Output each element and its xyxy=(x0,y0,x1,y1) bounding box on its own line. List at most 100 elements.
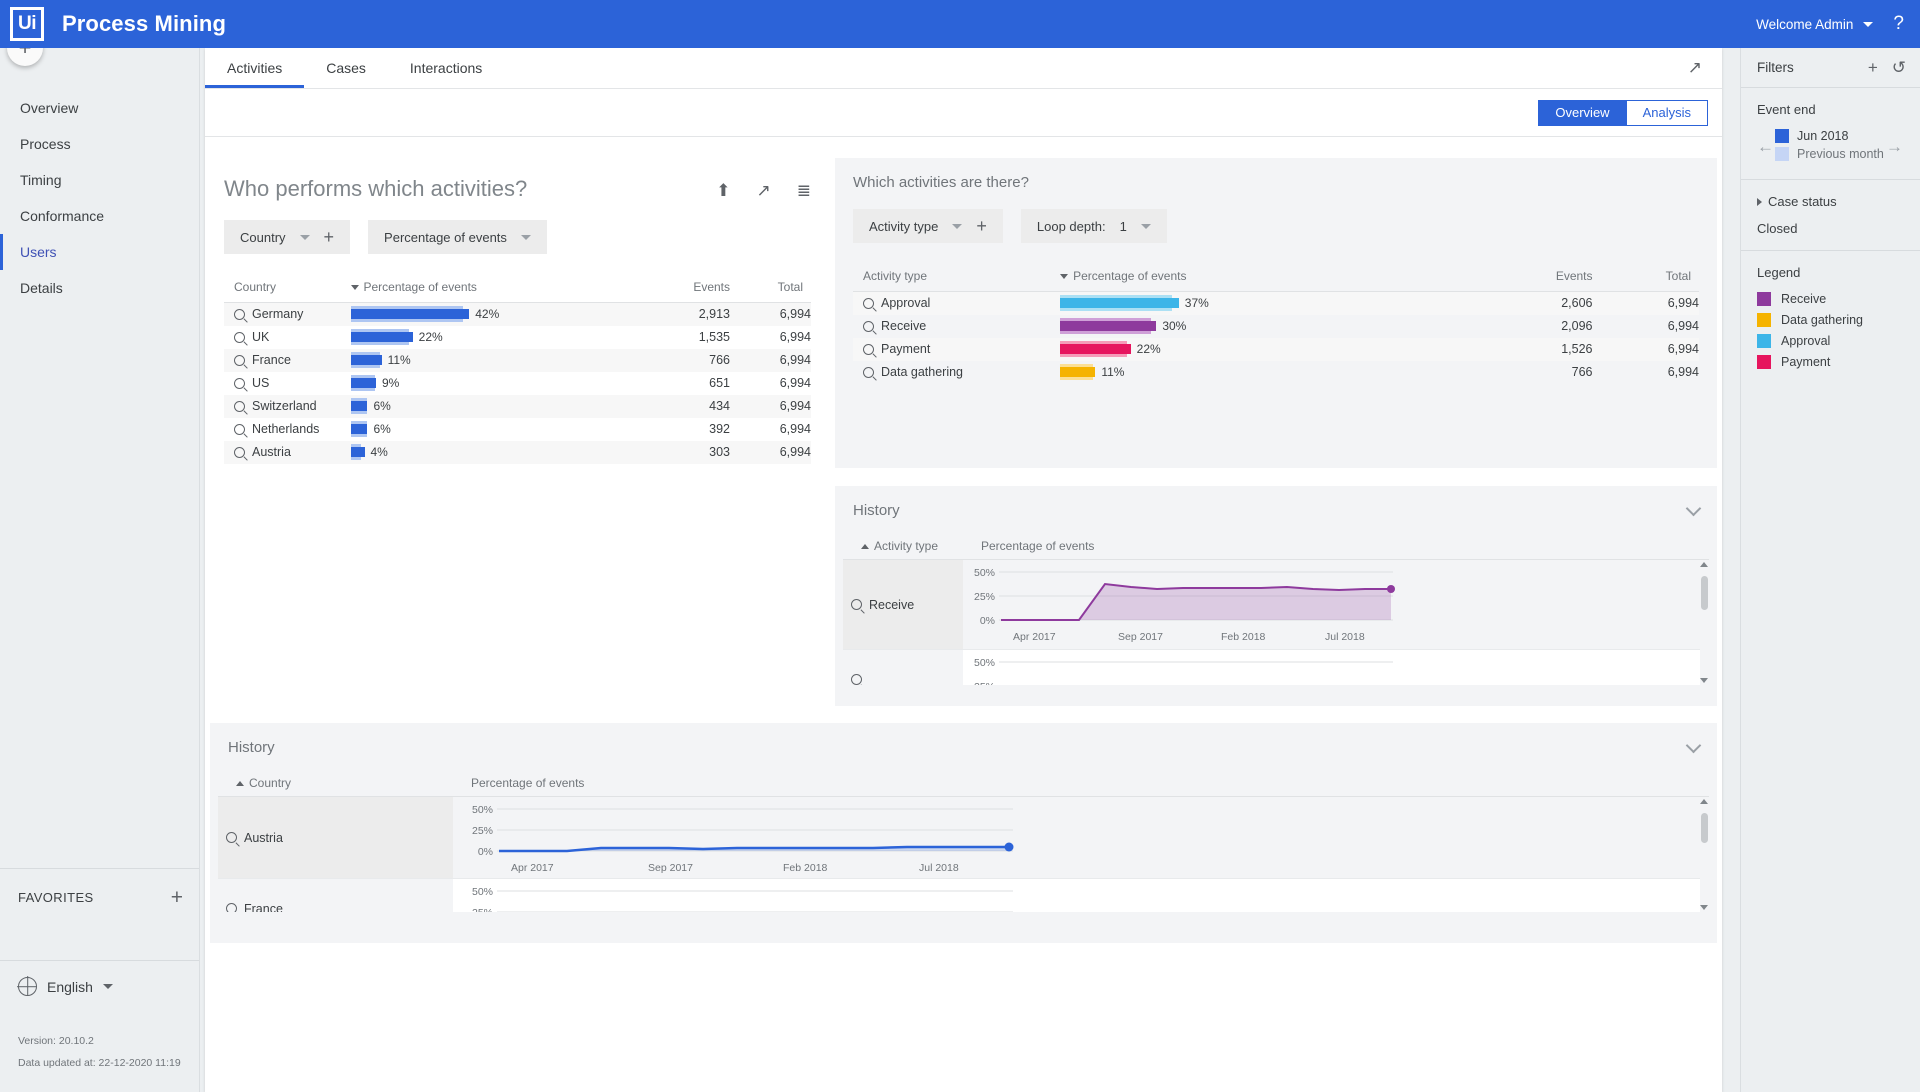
zoom-in-icon[interactable] xyxy=(863,298,874,309)
history-row[interactable]: Austria 50% 25% 0% xyxy=(218,797,1709,879)
bar-label: 11% xyxy=(388,353,411,367)
table-row[interactable]: Germany42%2,9136,994 xyxy=(224,303,811,326)
add-dimension-icon[interactable]: + xyxy=(324,228,335,246)
table-row[interactable]: Payment22%1,5266,994 xyxy=(853,338,1699,361)
zoom-in-icon[interactable] xyxy=(863,344,874,355)
table-row[interactable]: France11%7666,994 xyxy=(224,349,811,372)
sidebar-item-timing[interactable]: Timing xyxy=(0,162,199,198)
table-row[interactable]: Austria4%3036,994 xyxy=(224,441,811,464)
zoom-in-icon[interactable] xyxy=(863,321,874,332)
add-filter-icon[interactable]: + xyxy=(1868,59,1878,76)
zoom-in-icon[interactable] xyxy=(234,424,245,435)
chevron-right-icon[interactable] xyxy=(1757,198,1762,206)
svg-text:Jul 2018: Jul 2018 xyxy=(919,862,959,874)
welcome-user-label[interactable]: Welcome Admin xyxy=(1756,17,1853,32)
collapse-chevron-icon[interactable] xyxy=(1686,737,1702,753)
chevron-down-icon[interactable] xyxy=(1141,224,1151,229)
language-selector[interactable]: English xyxy=(0,960,199,1012)
zoom-in-icon[interactable] xyxy=(226,903,237,912)
loop-depth-pill[interactable]: Loop depth: 1 xyxy=(1021,209,1167,243)
expand-card-icon[interactable]: ↗ xyxy=(1688,48,1722,88)
table-row[interactable]: UK22%1,5356,994 xyxy=(224,326,811,349)
table-row[interactable]: Receive30%2,0966,994 xyxy=(853,315,1699,338)
collapse-chevron-icon[interactable] xyxy=(1686,500,1702,516)
dimension-pill-country[interactable]: Country + xyxy=(224,220,350,254)
zoom-in-icon[interactable] xyxy=(234,378,245,389)
overview-toggle-button[interactable]: Overview xyxy=(1538,100,1626,126)
row-bar-cell: 30% xyxy=(1060,315,1474,338)
tab-interactions[interactable]: Interactions xyxy=(388,48,504,88)
legend-item-approval[interactable]: Approval xyxy=(1757,334,1904,348)
sidebar-item-conformance[interactable]: Conformance xyxy=(0,198,199,234)
case-status-value[interactable]: Closed xyxy=(1757,221,1904,236)
scrollbar-thumb[interactable] xyxy=(1701,813,1708,843)
reset-filters-icon[interactable]: ↺ xyxy=(1892,59,1906,76)
sidebar-item-users[interactable]: Users xyxy=(0,234,199,270)
col-percentage[interactable]: Percentage of events xyxy=(1060,263,1474,292)
history-row[interactable]: 50% 25% xyxy=(843,650,1709,685)
col-total[interactable]: Total xyxy=(730,274,811,303)
table-row[interactable]: Switzerland6%4346,994 xyxy=(224,395,811,418)
sidebar-item-details[interactable]: Details xyxy=(0,270,199,306)
history-scrollbar[interactable] xyxy=(1700,560,1709,685)
legend-item-data-gathering[interactable]: Data gathering xyxy=(1757,313,1904,327)
scroll-up-icon[interactable] xyxy=(1700,562,1708,567)
tab-cases[interactable]: Cases xyxy=(304,48,388,88)
row-name-cell: Netherlands xyxy=(224,418,351,441)
col-country[interactable]: Country xyxy=(236,776,471,790)
chevron-down-icon[interactable] xyxy=(300,235,310,240)
dimension-pill-activity-type[interactable]: Activity type + xyxy=(853,209,1003,243)
legend-item-payment[interactable]: Payment xyxy=(1757,355,1904,369)
col-percentage[interactable]: Percentage of events xyxy=(351,274,650,303)
table-row[interactable]: Approval37%2,6066,994 xyxy=(853,292,1699,315)
zoom-in-icon[interactable] xyxy=(851,674,862,685)
col-events[interactable]: Events xyxy=(1474,263,1592,292)
scroll-down-icon[interactable] xyxy=(1700,678,1708,683)
analysis-toggle-button[interactable]: Analysis xyxy=(1627,100,1708,126)
sidebar-item-overview[interactable]: Overview xyxy=(0,90,199,126)
row-total-cell: 6,994 xyxy=(730,418,811,441)
history-row[interactable]: France 50% 25% 0% xyxy=(218,879,1709,912)
zoom-in-icon[interactable] xyxy=(234,447,245,458)
next-month-arrow-icon[interactable]: → xyxy=(1886,137,1904,157)
help-icon[interactable]: ? xyxy=(1893,13,1904,35)
row-name: US xyxy=(252,376,269,390)
history-scrollbar[interactable] xyxy=(1700,797,1709,912)
chevron-down-icon[interactable] xyxy=(103,984,113,989)
chevron-down-icon[interactable] xyxy=(1863,22,1873,27)
chevron-down-icon[interactable] xyxy=(521,235,531,240)
scroll-up-icon[interactable] xyxy=(1700,799,1708,804)
prev-month-arrow-icon[interactable]: ← xyxy=(1757,137,1775,157)
tab-activities[interactable]: Activities xyxy=(205,48,304,88)
zoom-in-icon[interactable] xyxy=(863,367,874,378)
zoom-in-icon[interactable] xyxy=(226,832,237,843)
zoom-in-icon[interactable] xyxy=(234,401,245,412)
zoom-in-icon[interactable] xyxy=(851,599,862,610)
zoom-in-icon[interactable] xyxy=(234,332,245,343)
col-country[interactable]: Country xyxy=(224,274,351,303)
col-events[interactable]: Events xyxy=(649,274,730,303)
list-icon[interactable]: ≣ xyxy=(797,182,811,199)
expand-icon[interactable]: ↗ xyxy=(757,182,771,199)
table-row[interactable]: US9%6516,994 xyxy=(224,372,811,395)
row-total-cell: 6,994 xyxy=(730,395,811,418)
zoom-in-icon[interactable] xyxy=(234,309,245,320)
history-row[interactable]: Receive 50% 25% 0% xyxy=(843,560,1709,650)
zoom-in-icon[interactable] xyxy=(234,355,245,366)
col-activity-type[interactable]: Activity type xyxy=(853,263,1060,292)
add-dimension-icon[interactable]: + xyxy=(976,217,987,235)
chevron-down-icon[interactable] xyxy=(952,224,962,229)
col-total[interactable]: Total xyxy=(1593,263,1700,292)
share-icon[interactable]: ⬆ xyxy=(716,182,730,199)
legend-item-receive[interactable]: Receive xyxy=(1757,292,1904,306)
sidebar-item-process[interactable]: Process xyxy=(0,126,199,162)
table-row[interactable]: Netherlands6%3926,994 xyxy=(224,418,811,441)
event-end-values: Jun 2018 Previous month xyxy=(1775,129,1886,165)
case-status-header[interactable]: Case status xyxy=(1757,194,1904,209)
col-activity-type[interactable]: Activity type xyxy=(861,539,981,553)
table-row[interactable]: Data gathering11%7666,994 xyxy=(853,361,1699,384)
scroll-down-icon[interactable] xyxy=(1700,905,1708,910)
add-favorite-button[interactable]: + xyxy=(171,887,183,908)
measure-pill-percentage[interactable]: Percentage of events xyxy=(368,220,547,254)
scrollbar-thumb[interactable] xyxy=(1701,576,1708,610)
